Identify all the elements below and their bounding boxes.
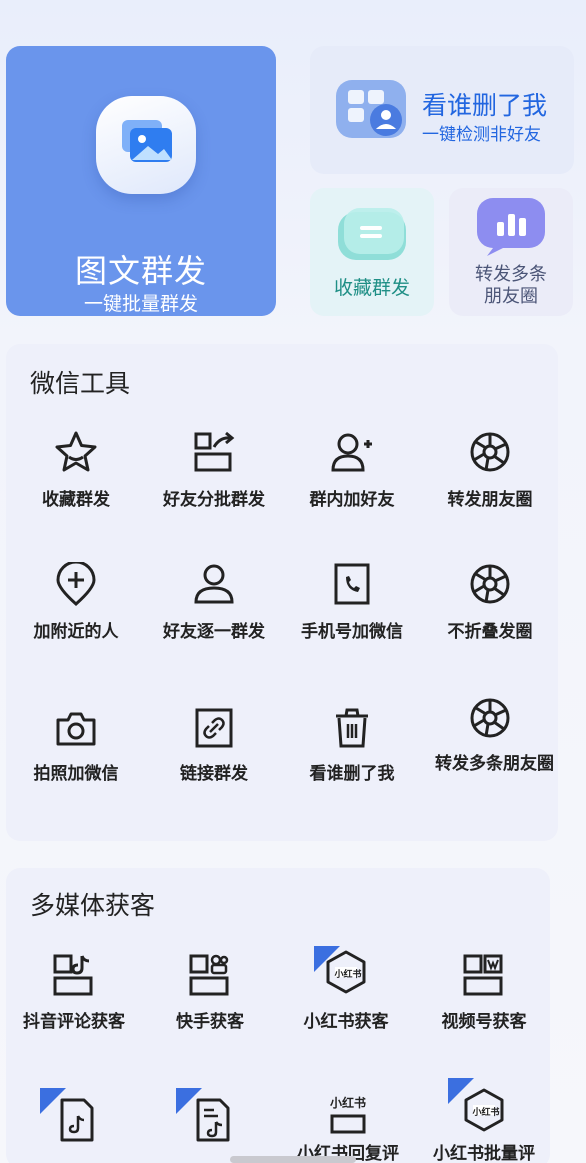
tool-phone-add-wechat[interactable]: 手机号加微信 — [282, 562, 422, 652]
tool-douyin-comment[interactable]: 抖音评论获客 — [4, 952, 144, 1042]
who-deleted-me-card[interactable]: 看谁删了我 一键检测非好友 — [310, 46, 574, 174]
corner-ribbon — [314, 946, 340, 972]
tool-forward-moments[interactable]: 转发朋友圈 — [420, 430, 560, 520]
tool-who-deleted-me[interactable]: 看谁删了我 — [282, 706, 422, 796]
tool-one-by-one-broadcast[interactable]: 好友逐一群发 — [144, 562, 284, 652]
multimedia-acquisition-panel: 多媒体获客 抖音评论获客 快手获客 小红书 小红书获客 视频号获客 小红书 小红… — [6, 868, 550, 1163]
tool-video-channel[interactable]: 视频号获客 — [414, 952, 554, 1042]
tool-xiaohongshu-reply[interactable]: 小红书 小红书回复评 — [278, 1084, 418, 1163]
tool-xiaohongshu-batch[interactable]: 小红书 小红书批量评 — [414, 1078, 554, 1163]
message-bubble-icon — [334, 206, 410, 268]
multimedia-title: 多媒体获客 — [30, 891, 156, 920]
main-card-title: 图文群发 — [74, 252, 207, 290]
tool-xiaohongshu[interactable]: 小红书 小红书获客 — [276, 946, 416, 1042]
tool-douyin-doc[interactable] — [6, 1084, 146, 1163]
who-deleted-me-subtitle: 一键检测非好友 — [422, 125, 541, 145]
tool-kuaishou[interactable]: 快手获客 — [140, 952, 280, 1042]
corner-ribbon — [448, 1078, 474, 1104]
favorites-broadcast-card[interactable]: 收藏群发 — [310, 188, 434, 316]
batch-forward-icon — [192, 430, 236, 474]
aperture-icon — [468, 562, 512, 606]
user-icon — [192, 562, 236, 606]
add-user-icon — [330, 430, 374, 474]
xiaohongshu-reply-badge: 小红书 — [329, 1096, 366, 1110]
chart-bubble-icon — [473, 196, 549, 258]
tool-douyin-file[interactable] — [142, 1084, 282, 1163]
wechat-tools-panel: 微信工具 收藏群发 好友分批群发 群内加好友 转发朋友圈 加附近的人 好友逐一群… — [6, 344, 558, 841]
image-gallery-icon — [96, 96, 196, 194]
douyin-icon — [52, 952, 96, 996]
image-text-broadcast-card[interactable]: 图文群发 一键批量群发 — [6, 46, 276, 316]
wechat-tools-title: 微信工具 — [30, 369, 131, 398]
camera-icon — [54, 706, 98, 750]
who-deleted-me-title: 看谁删了我 — [422, 91, 548, 120]
trash-icon — [330, 706, 374, 750]
home-indicator[interactable] — [230, 1156, 356, 1163]
tool-photo-add-wechat[interactable]: 拍照加微信 — [6, 706, 146, 796]
tool-no-fold-moments[interactable]: 不折叠发圈 — [420, 562, 560, 652]
location-add-icon — [54, 562, 98, 606]
star-icon — [54, 430, 98, 474]
video-channel-icon — [462, 952, 506, 996]
tool-link-broadcast[interactable]: 链接群发 — [144, 706, 284, 796]
tool-forward-multiple-moments[interactable]: 转发多条朋友圈 — [420, 696, 560, 806]
xiaohongshu-reply-icon — [326, 1114, 370, 1134]
xiaohongshu-batch-badge: 小红书 — [472, 1108, 500, 1118]
tool-add-nearby[interactable]: 加附近的人 — [6, 562, 146, 652]
contacts-grid-icon — [334, 76, 412, 142]
aperture-icon — [468, 696, 512, 740]
app-logo — [180, 0, 380, 8]
phone-icon — [330, 562, 374, 606]
aperture-icon — [468, 430, 512, 474]
forward-multiple-moments-card[interactable]: 转发多条 朋友圈 — [449, 188, 573, 316]
tool-batch-broadcast[interactable]: 好友分批群发 — [144, 430, 284, 520]
kuaishou-icon — [188, 952, 232, 996]
corner-ribbon — [176, 1088, 202, 1114]
main-card-subtitle: 一键批量群发 — [83, 293, 198, 315]
tool-favorites-broadcast[interactable]: 收藏群发 — [6, 430, 146, 520]
forward-multiple-moments-label: 转发多条 朋友圈 — [475, 264, 547, 307]
tool-group-add-friend[interactable]: 群内加好友 — [282, 430, 422, 520]
favorites-broadcast-label: 收藏群发 — [333, 277, 410, 299]
link-icon — [192, 706, 236, 750]
corner-ribbon — [40, 1088, 66, 1114]
